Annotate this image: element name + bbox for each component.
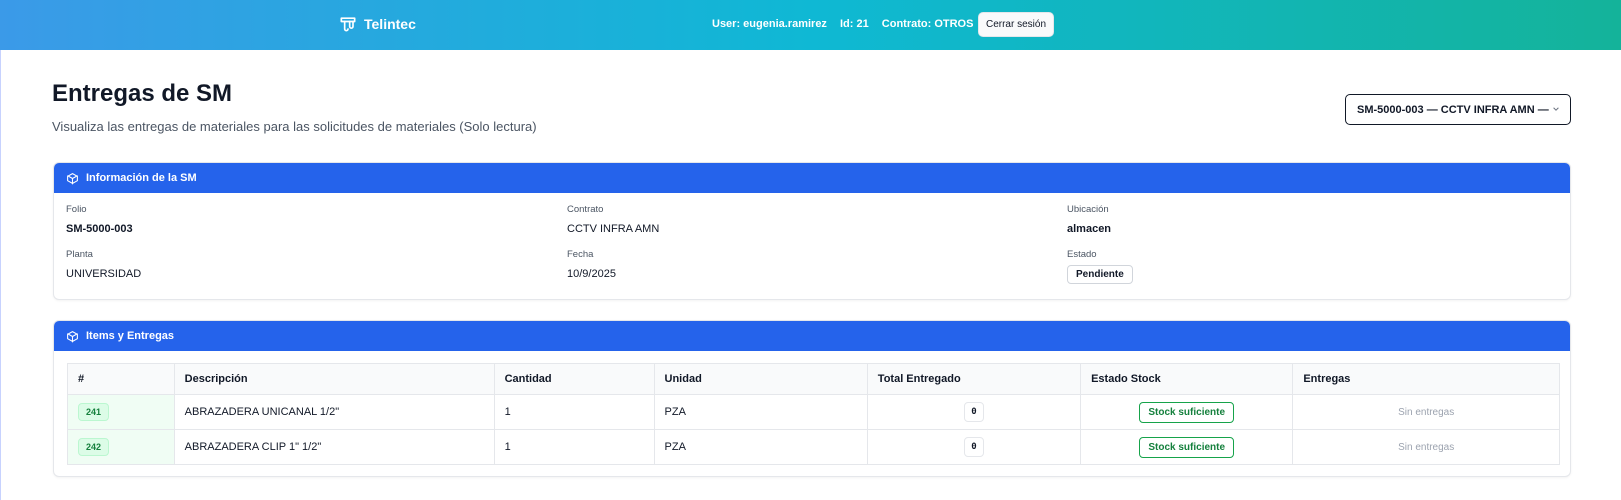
sm-info-grid: Folio SM-5000-003 Contrato CCTV INFRA AM… bbox=[54, 193, 1570, 299]
fecha-value: 10/9/2025 bbox=[567, 268, 616, 280]
item-id-cell: 242 bbox=[67, 429, 175, 465]
sm-info-card: Información de la SM Folio SM-5000-003 C… bbox=[53, 162, 1571, 300]
column-header: Unidad bbox=[653, 363, 868, 395]
brand-name: Telintec bbox=[364, 16, 416, 32]
field-fecha: Fecha 10/9/2025 bbox=[567, 249, 616, 280]
column-header: Cantidad bbox=[493, 363, 655, 395]
item-description: ABRAZADERA UNICANAL 1/2" bbox=[173, 394, 495, 430]
item-description: ABRAZADERA CLIP 1" 1/2" bbox=[173, 429, 495, 465]
delivered-count: 0 bbox=[963, 437, 984, 457]
sm-info-header: Información de la SM bbox=[54, 163, 1570, 193]
telintec-logo-icon bbox=[340, 17, 356, 32]
item-quantity: 1 bbox=[493, 394, 655, 430]
ubicacion-label: Ubicación bbox=[1067, 204, 1109, 215]
items-title: Items y Entregas bbox=[86, 330, 175, 342]
column-header: # bbox=[67, 363, 175, 395]
item-stock-cell: Stock suficiente bbox=[1080, 394, 1294, 430]
user-id: Id: 21 bbox=[840, 18, 869, 30]
chevron-down-icon bbox=[1553, 107, 1559, 111]
sm-info-title: Información de la SM bbox=[86, 172, 197, 184]
sm-select-value: SM-5000-003 — CCTV INFRA AMN — bbox=[1357, 103, 1549, 116]
contrato-label: Contrato bbox=[567, 204, 604, 215]
field-ubicacion: Ubicación almacen bbox=[1067, 204, 1111, 235]
items-header: Items y Entregas bbox=[54, 321, 1570, 351]
item-stock-cell: Stock suficiente bbox=[1080, 429, 1294, 465]
column-header: Descripción bbox=[173, 363, 495, 395]
status-badge: Pendiente bbox=[1067, 265, 1133, 284]
page-subtitle: Visualiza las entregas de materiales par… bbox=[52, 119, 537, 134]
item-id-badge: 241 bbox=[78, 403, 110, 421]
column-header: Total Entregado bbox=[866, 363, 1082, 395]
user-info: User: eugenia.ramirez Id: 21 Contrato: O… bbox=[712, 18, 983, 30]
item-deliveries: Sin entregas bbox=[1292, 394, 1560, 430]
field-folio: Folio SM-5000-003 bbox=[66, 204, 133, 235]
item-id-badge: 242 bbox=[78, 438, 110, 456]
items-table-wrap: # Descripción Cantidad Unidad Total Entr… bbox=[67, 363, 1560, 465]
item-unit: PZA bbox=[653, 394, 868, 430]
fecha-label: Fecha bbox=[567, 249, 594, 260]
items-card: Items y Entregas # Descripción Cantidad … bbox=[53, 320, 1571, 477]
item-id-cell: 241 bbox=[67, 394, 175, 430]
items-table: # Descripción Cantidad Unidad Total Entr… bbox=[67, 363, 1560, 465]
user-contract: Contrato: OTROS bbox=[881, 18, 974, 30]
item-deliveries: Sin entregas bbox=[1292, 429, 1560, 465]
table-row[interactable]: 242 ABRAZADERA CLIP 1" 1/2" 1 PZA 0 Stoc… bbox=[67, 429, 1560, 465]
table-header-row: # Descripción Cantidad Unidad Total Entr… bbox=[67, 363, 1560, 395]
contrato-value: CCTV INFRA AMN bbox=[567, 223, 660, 235]
item-unit: PZA bbox=[653, 429, 868, 465]
planta-value: UNIVERSIDAD bbox=[66, 268, 142, 280]
stock-status-badge: Stock suficiente bbox=[1139, 401, 1235, 423]
left-border bbox=[0, 50, 1, 500]
page-title: Entregas de SM bbox=[52, 80, 233, 107]
logout-button[interactable]: Cerrar sesión bbox=[978, 12, 1054, 37]
item-delivered-cell: 0 bbox=[866, 394, 1082, 430]
planta-label: Planta bbox=[66, 249, 93, 260]
stock-status-badge: Stock suficiente bbox=[1139, 436, 1235, 458]
field-estado: Estado Pendiente bbox=[1067, 249, 1133, 284]
field-contrato: Contrato CCTV INFRA AMN bbox=[567, 204, 659, 235]
delivered-count: 0 bbox=[963, 402, 984, 422]
folio-label: Folio bbox=[66, 204, 87, 215]
sm-select[interactable]: SM-5000-003 — CCTV INFRA AMN — bbox=[1345, 94, 1571, 125]
column-header: Entregas bbox=[1292, 363, 1560, 395]
brand[interactable]: Telintec bbox=[338, 14, 416, 34]
item-quantity: 1 bbox=[493, 429, 655, 465]
folio-value: SM-5000-003 bbox=[66, 223, 133, 235]
ubicacion-value: almacen bbox=[1067, 223, 1112, 235]
top-navbar: Telintec User: eugenia.ramirez Id: 21 Co… bbox=[0, 0, 1621, 50]
package-icon bbox=[67, 172, 78, 184]
user-name: User: eugenia.ramirez bbox=[712, 18, 827, 30]
field-planta: Planta UNIVERSIDAD bbox=[66, 249, 141, 280]
table-row[interactable]: 241 ABRAZADERA UNICANAL 1/2" 1 PZA 0 Sto… bbox=[67, 394, 1560, 430]
estado-label: Estado bbox=[1067, 249, 1097, 260]
package-icon bbox=[67, 330, 78, 342]
column-header: Estado Stock bbox=[1080, 363, 1294, 395]
item-delivered-cell: 0 bbox=[866, 429, 1082, 465]
